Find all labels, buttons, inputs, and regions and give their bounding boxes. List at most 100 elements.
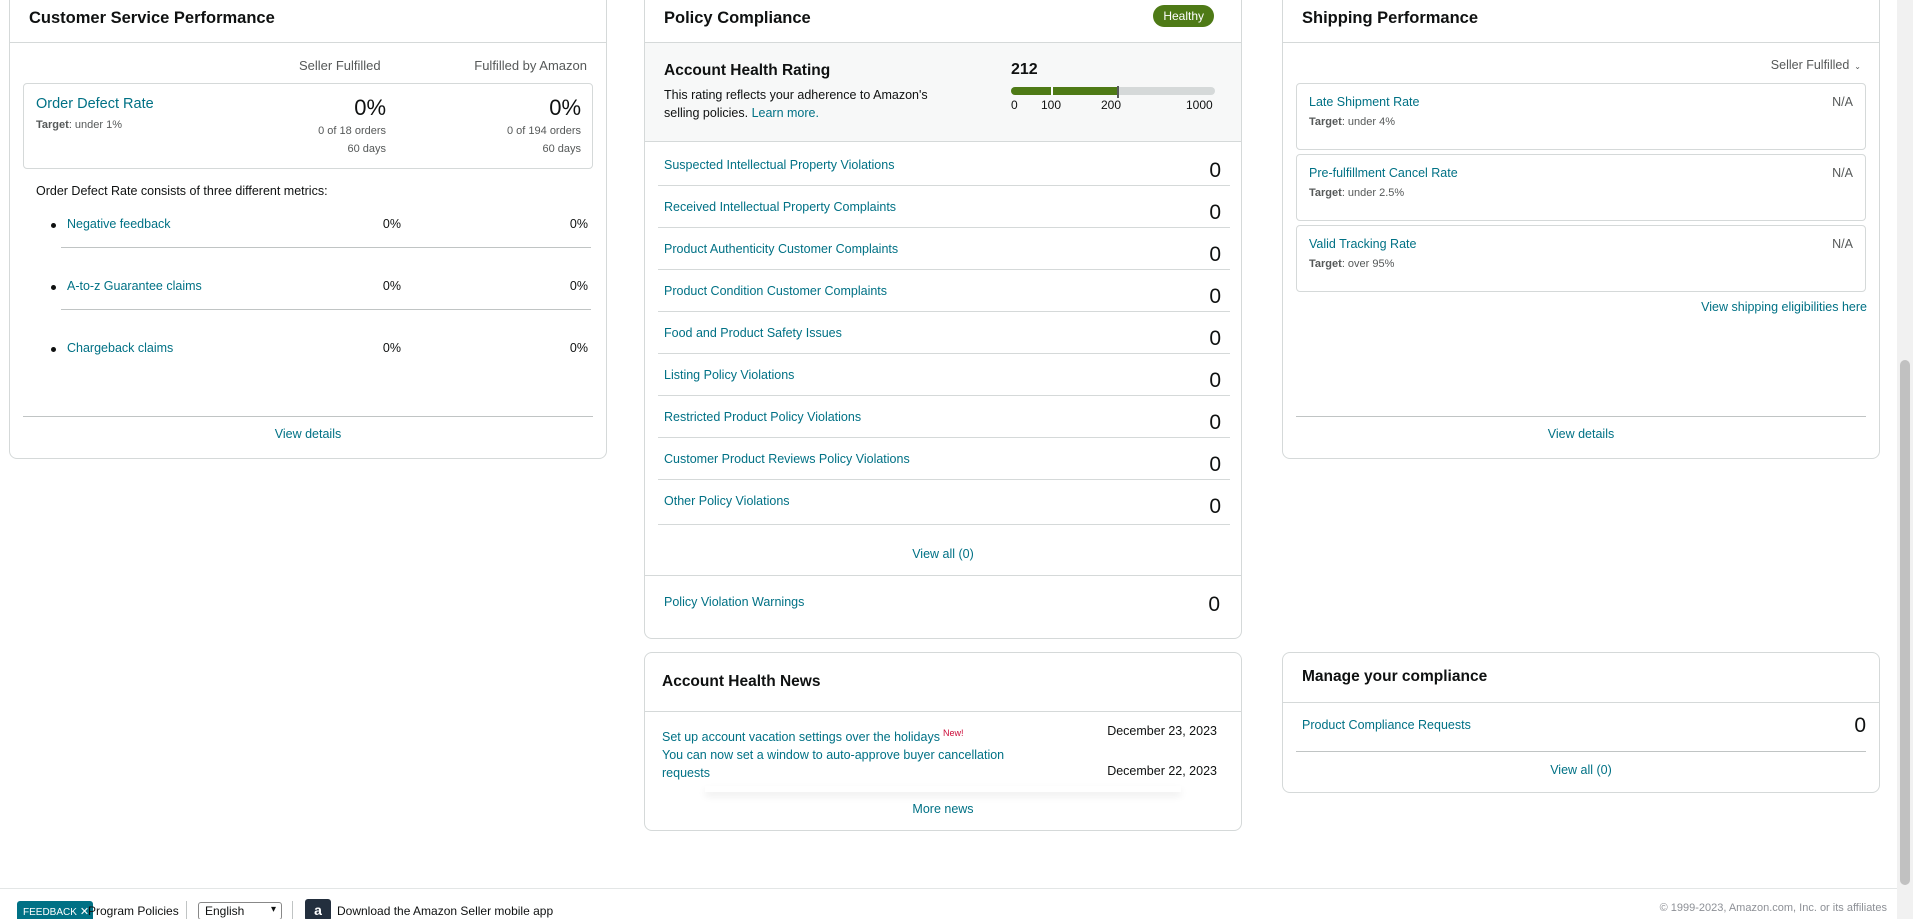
policy-link[interactable]: Restricted Product Policy Violations <box>664 410 861 424</box>
learn-more-link[interactable]: Learn more. <box>752 106 819 120</box>
odr-seller-pct: 0% <box>354 95 386 120</box>
program-policies-link[interactable]: Program Policies <box>88 904 179 918</box>
ahr-title: Account Health Rating <box>664 62 831 79</box>
metric-fba-value: 0% <box>569 341 588 355</box>
shipping-metric-box: Late Shipment Rate Target: under 4% N/A <box>1296 83 1866 150</box>
chargeback-claims-link[interactable]: Chargeback claims <box>67 341 173 355</box>
policy-row: Suspected Intellectual Property Violatio… <box>658 144 1230 186</box>
customer-service-performance-card: Customer Service Performance Seller Fulf… <box>9 0 607 459</box>
metric-fba-value: 0% <box>569 279 588 293</box>
amazon-seller-app-icon[interactable]: a <box>305 899 331 919</box>
metric-seller-value: 0% <box>382 341 401 355</box>
atoz-guarantee-claims-link[interactable]: A-to-z Guarantee claims <box>67 279 202 293</box>
policy-warnings-count: 0 <box>1208 593 1220 616</box>
news-fade <box>705 786 1181 792</box>
policy-row: Customer Product Reviews Policy Violatio… <box>658 438 1230 480</box>
divider <box>61 247 591 248</box>
tick-label: 0 <box>1011 98 1018 112</box>
page-scrollbar[interactable] <box>1897 0 1913 919</box>
divider <box>1283 702 1879 703</box>
policy-violation-warnings-link[interactable]: Policy Violation Warnings <box>664 595 804 609</box>
odr-fba-orders: 0 of 194 orders <box>507 125 581 137</box>
view-details-link[interactable]: View details <box>1548 427 1614 441</box>
policy-count: 0 <box>1209 159 1221 182</box>
odr-consists-text: Order Defect Rate consists of three diff… <box>36 184 328 198</box>
policy-link[interactable]: Suspected Intellectual Property Violatio… <box>664 158 894 172</box>
divider <box>23 416 593 417</box>
shipping-eligibilities-link[interactable]: View shipping eligibilities here <box>1701 300 1867 314</box>
ahr-bar-separator <box>1051 87 1053 95</box>
download-app-link[interactable]: Download the Amazon Seller mobile app <box>337 904 553 918</box>
policy-link[interactable]: Customer Product Reviews Policy Violatio… <box>664 452 910 466</box>
divider <box>10 42 606 43</box>
card-title: Customer Service Performance <box>29 9 275 27</box>
policy-link[interactable]: Other Policy Violations <box>664 494 790 508</box>
odr-target: Target: under 1% <box>36 119 123 131</box>
bullet <box>51 223 56 228</box>
policy-count: 0 <box>1209 243 1221 266</box>
policy-row: Product Authenticity Customer Complaints… <box>658 228 1230 270</box>
card-title: Account Health News <box>662 673 821 690</box>
more-news-link[interactable]: More news <box>912 802 973 816</box>
view-all-link[interactable]: View all (0) <box>912 547 974 561</box>
ahr-bar-fill <box>1011 87 1118 95</box>
policy-row: Listing Policy Violations 0 <box>658 354 1230 396</box>
divider <box>61 309 591 310</box>
policy-link[interactable]: Product Condition Customer Complaints <box>664 284 887 298</box>
card-title: Shipping Performance <box>1302 9 1479 27</box>
policy-count: 0 <box>1209 495 1221 518</box>
divider <box>1296 751 1866 752</box>
column-header-seller-fulfilled: Seller Fulfilled <box>299 58 381 73</box>
order-defect-rate-link[interactable]: Order Defect Rate <box>36 96 154 112</box>
scrollbar-thumb[interactable] <box>1900 360 1910 885</box>
policy-link[interactable]: Product Authenticity Customer Complaints <box>664 242 898 256</box>
policy-count: 0 <box>1209 453 1221 476</box>
account-health-rating-panel: Account Health Rating This rating reflec… <box>645 43 1241 142</box>
policy-link[interactable]: Listing Policy Violations <box>664 368 794 382</box>
policy-row: Other Policy Violations 0 <box>658 480 1230 525</box>
policy-row: Received Intellectual Property Complaint… <box>658 186 1230 228</box>
policy-link[interactable]: Food and Product Safety Issues <box>664 326 842 340</box>
shipping-metric-box: Pre-fulfillment Cancel Rate Target: unde… <box>1296 154 1866 221</box>
policy-row: Food and Product Safety Issues 0 <box>658 312 1230 354</box>
copyright: © 1999-2023, Amazon.com, Inc. or its aff… <box>1659 902 1887 914</box>
metric-row: Chargeback claims 0% 0% <box>39 341 597 403</box>
policy-count: 0 <box>1209 327 1221 350</box>
negative-feedback-link[interactable]: Negative feedback <box>67 217 171 231</box>
status-badge: Healthy <box>1153 5 1214 27</box>
metric-seller-value: 0% <box>382 279 401 293</box>
compliance-count: 0 <box>1854 714 1866 737</box>
metric-row: A-to-z Guarantee claims 0% 0% <box>39 279 597 341</box>
bullet <box>51 347 56 352</box>
shipping-performance-card: Shipping Performance Seller Fulfilled ⌄ L… <box>1282 0 1880 459</box>
news-date: December 23, 2023 <box>1107 724 1217 738</box>
ahr-score: 212 <box>1011 61 1038 78</box>
card-title: Manage your compliance <box>1302 668 1488 685</box>
fulfillment-dropdown[interactable]: Seller Fulfilled ⌄ <box>1771 58 1861 72</box>
ahr-bar <box>1011 87 1215 95</box>
feedback-button[interactable]: FEEDBACK ✕ <box>17 901 94 919</box>
odr-seller-orders: 0 of 18 orders <box>318 125 386 137</box>
new-tag: New! <box>942 728 964 738</box>
metric-value: N/A <box>1832 166 1853 180</box>
language-select[interactable]: English ▾ <box>198 902 282 919</box>
late-shipment-rate-link[interactable]: Late Shipment Rate <box>1309 95 1420 109</box>
metric-seller-value: 0% <box>382 217 401 231</box>
news-link[interactable]: Set up account vacation settings over th… <box>662 730 940 744</box>
view-details-link[interactable]: View details <box>275 427 341 441</box>
view-all-link[interactable]: View all (0) <box>1550 763 1612 777</box>
metric-value: N/A <box>1832 237 1853 251</box>
manage-compliance-card: Manage your compliance Product Complianc… <box>1282 652 1880 793</box>
policy-count: 0 <box>1209 369 1221 392</box>
policy-row: Product Condition Customer Complaints 0 <box>658 270 1230 312</box>
valid-tracking-rate-link[interactable]: Valid Tracking Rate <box>1309 237 1416 251</box>
order-defect-rate-box: Order Defect Rate Target: under 1% 0% 0 … <box>23 83 593 169</box>
product-compliance-requests-link[interactable]: Product Compliance Requests <box>1302 718 1471 732</box>
policy-row: Restricted Product Policy Violations 0 <box>658 396 1230 438</box>
pre-fulfillment-cancel-rate-link[interactable]: Pre-fulfillment Cancel Rate <box>1309 166 1458 180</box>
policy-compliance-card: Policy Compliance Healthy Account Health… <box>644 0 1242 639</box>
shipping-metric-box: Valid Tracking Rate Target: over 95% N/A <box>1296 225 1866 292</box>
policy-link[interactable]: Received Intellectual Property Complaint… <box>664 200 896 214</box>
metric-row: Negative feedback 0% 0% <box>39 217 597 279</box>
news-link[interactable]: You can now set a window to auto-approve… <box>662 748 1004 780</box>
